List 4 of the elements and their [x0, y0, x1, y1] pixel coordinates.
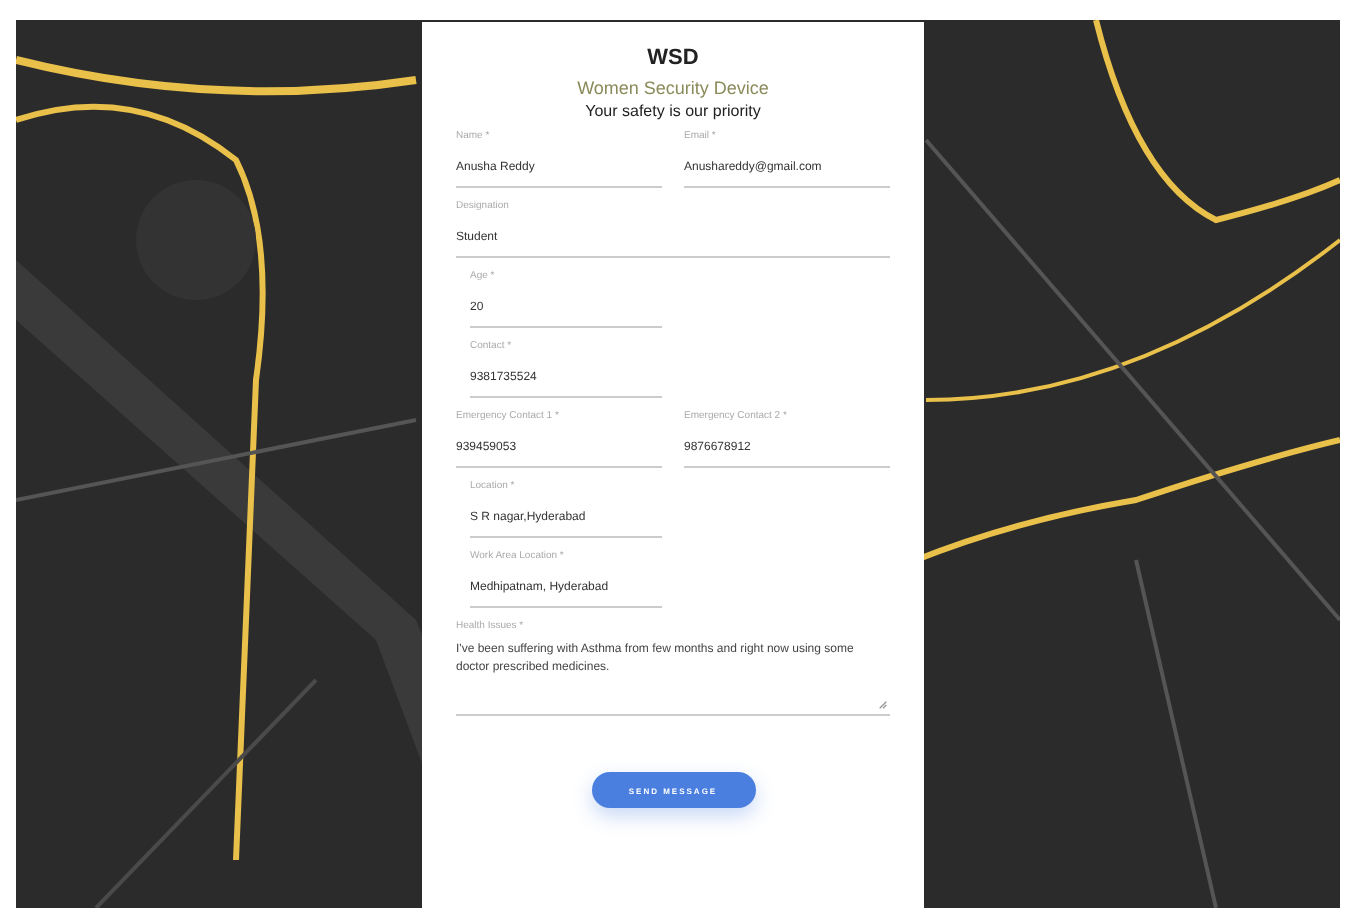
resize-handle-icon[interactable] [878, 700, 888, 710]
tagline: Your safety is our priority [585, 102, 761, 120]
app-subtitle: Women Security Device [577, 78, 769, 98]
app-title: WSD [647, 46, 699, 70]
